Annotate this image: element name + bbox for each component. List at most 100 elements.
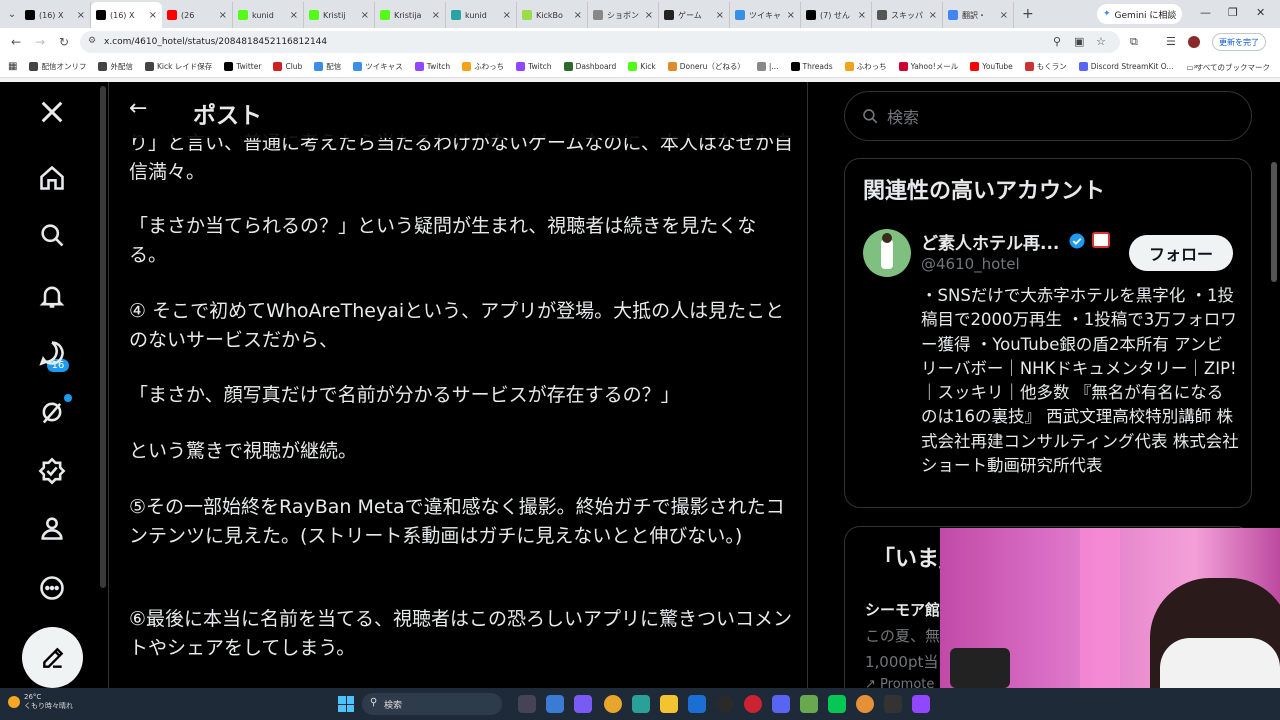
bookmark-item[interactable]: Kick レイド保存 xyxy=(144,61,212,72)
taskbar-search[interactable]: ⚲ 検索 xyxy=(362,693,502,715)
search-input[interactable]: 検索 xyxy=(844,91,1252,141)
tab-close-icon[interactable]: × xyxy=(290,10,298,21)
trend-item-title[interactable]: シーモア館 xyxy=(865,599,940,620)
windows-start-icon[interactable] xyxy=(338,696,354,712)
update-button[interactable]: 更新を完了 xyxy=(1212,33,1266,51)
taskbar-app-icon[interactable] xyxy=(800,695,818,713)
x-logo-icon[interactable] xyxy=(34,94,70,130)
browser-tab[interactable]: Kristij × xyxy=(304,2,375,28)
taskbar-app-icon[interactable] xyxy=(660,695,678,713)
back-arrow-button[interactable]: ← xyxy=(129,96,147,121)
tab-close-icon[interactable]: × xyxy=(1000,10,1008,21)
bookmark-item[interactable]: Twitch xyxy=(516,61,552,72)
taskbar-app-icon[interactable] xyxy=(574,695,592,713)
sidepanel-icon[interactable]: ☰ xyxy=(1166,35,1176,48)
browser-tab[interactable]: (7) せん × xyxy=(801,2,872,28)
bookmark-item[interactable]: Threads xyxy=(790,61,833,72)
cast-icon[interactable]: ▣ xyxy=(1074,35,1084,48)
site-info-icon[interactable]: ⚙ xyxy=(88,36,96,46)
browser-tab[interactable]: Kristija × xyxy=(375,2,446,28)
page-scrollbar[interactable] xyxy=(1271,162,1277,282)
taskbar-app-icon[interactable] xyxy=(518,695,536,713)
tab-close-icon[interactable]: × xyxy=(929,10,937,21)
bookmark-item[interactable]: Discord StreamKit O... xyxy=(1078,61,1174,72)
bookmark-item[interactable]: Club xyxy=(273,61,302,72)
bookmark-item[interactable]: YouTube xyxy=(970,61,1013,72)
gemini-button[interactable]: ✦ Gemini に相談 xyxy=(1097,4,1183,24)
taskbar-app-icon[interactable] xyxy=(744,695,762,713)
tab-close-icon[interactable]: × xyxy=(219,10,227,21)
new-tab-button[interactable]: + xyxy=(1022,6,1034,22)
avatar[interactable] xyxy=(863,229,911,277)
account-name[interactable]: ど素人ホテル再... xyxy=(921,229,1059,254)
tab-close-icon[interactable]: × xyxy=(149,10,157,21)
taskbar-app-icon[interactable] xyxy=(828,695,846,713)
reload-button[interactable]: ↻ xyxy=(52,35,76,49)
profile-avatar[interactable] xyxy=(1188,36,1200,48)
tab-close-icon[interactable]: × xyxy=(645,10,653,21)
browser-tab[interactable]: kunid × xyxy=(446,2,517,28)
notifications-bell-icon[interactable] xyxy=(34,278,70,314)
account-handle[interactable]: @4610_hotel xyxy=(921,255,1020,273)
browser-tab[interactable]: ツイキャ × xyxy=(730,2,801,28)
browser-tab[interactable]: (26 × xyxy=(162,2,233,28)
follow-button[interactable]: フォロー xyxy=(1129,235,1233,271)
apps-grid-icon[interactable]: ▦ xyxy=(8,61,17,72)
messages-icon[interactable] xyxy=(34,335,70,371)
tab-close-icon[interactable]: × xyxy=(858,10,866,21)
tab-close-icon[interactable]: × xyxy=(432,10,440,21)
bookmark-item[interactable]: Doneru（どねる） xyxy=(667,61,745,72)
taskbar-app-icon[interactable] xyxy=(856,695,874,713)
browser-tab[interactable]: ショボン × xyxy=(588,2,659,28)
bookmark-item[interactable]: Dashboard xyxy=(563,61,616,72)
all-bookmarks-link[interactable]: ▭ すべてのブックマーク xyxy=(1186,62,1270,73)
bookmark-item[interactable]: Twitter xyxy=(224,61,261,72)
taskbar-app-icon[interactable] xyxy=(884,695,902,713)
minimize-button[interactable]: — xyxy=(1200,6,1211,19)
compose-post-button[interactable] xyxy=(22,627,83,688)
home-icon[interactable] xyxy=(34,160,70,196)
nav-scrollbar[interactable] xyxy=(100,86,106,588)
more-options-icon[interactable] xyxy=(34,570,70,606)
bookmark-item[interactable]: もくラン xyxy=(1024,61,1067,72)
browser-tab[interactable]: (16) X × xyxy=(91,2,162,28)
back-nav-button[interactable]: ← xyxy=(4,35,28,49)
tab-close-icon[interactable]: × xyxy=(77,10,85,21)
bookmark-item[interactable]: 配信 xyxy=(314,61,341,72)
bookmark-item[interactable]: Twitch xyxy=(414,61,450,72)
taskbar-app-icon[interactable] xyxy=(912,695,930,713)
taskbar-app-icon[interactable] xyxy=(688,695,706,713)
maximize-button[interactable]: ❐ xyxy=(1228,6,1238,19)
tab-close-icon[interactable]: × xyxy=(716,10,724,21)
taskbar-app-icon[interactable] xyxy=(772,695,790,713)
forward-nav-button[interactable]: → xyxy=(28,35,52,49)
bookmark-item[interactable]: Yahoo!メール xyxy=(898,61,958,72)
zoom-icon[interactable]: ⚲ xyxy=(1053,35,1061,48)
bookmark-item[interactable]: 配信オンリフ xyxy=(29,61,86,72)
bookmark-item[interactable]: 外配信 xyxy=(98,61,133,72)
tab-close-icon[interactable]: × xyxy=(361,10,369,21)
bookmark-item[interactable]: Kick xyxy=(628,61,656,72)
browser-tab[interactable]: (16) X × xyxy=(20,2,91,28)
bookmark-item[interactable]: ふわっち xyxy=(462,61,504,72)
tab-close-icon[interactable]: × xyxy=(574,10,582,21)
tab-search-icon[interactable]: ⌄ xyxy=(4,9,20,20)
profile-icon[interactable] xyxy=(34,510,70,546)
taskbar-app-icon[interactable] xyxy=(546,695,564,713)
browser-tab[interactable]: KickBo × xyxy=(517,2,588,28)
browser-tab[interactable]: 翻訳・ × xyxy=(943,2,1014,28)
tab-close-icon[interactable]: × xyxy=(503,10,511,21)
browser-tab[interactable]: kunid × xyxy=(233,2,304,28)
taskbar-app-icon[interactable] xyxy=(604,695,622,713)
close-window-button[interactable]: ✕ xyxy=(1256,6,1265,19)
browser-tab[interactable]: ゲーム × xyxy=(659,2,730,28)
bookmark-star-icon[interactable]: ☆ xyxy=(1096,35,1106,48)
tab-close-icon[interactable]: × xyxy=(787,10,795,21)
bookmark-item[interactable]: |... xyxy=(756,61,779,72)
verified-orgs-icon[interactable] xyxy=(34,453,70,489)
bookmark-item[interactable]: ツイキャス xyxy=(353,61,403,72)
browser-tab[interactable]: スキッパ × xyxy=(872,2,943,28)
explore-search-icon[interactable] xyxy=(34,217,70,253)
taskbar-app-icon[interactable] xyxy=(716,695,734,713)
taskbar-app-icon[interactable] xyxy=(632,695,650,713)
